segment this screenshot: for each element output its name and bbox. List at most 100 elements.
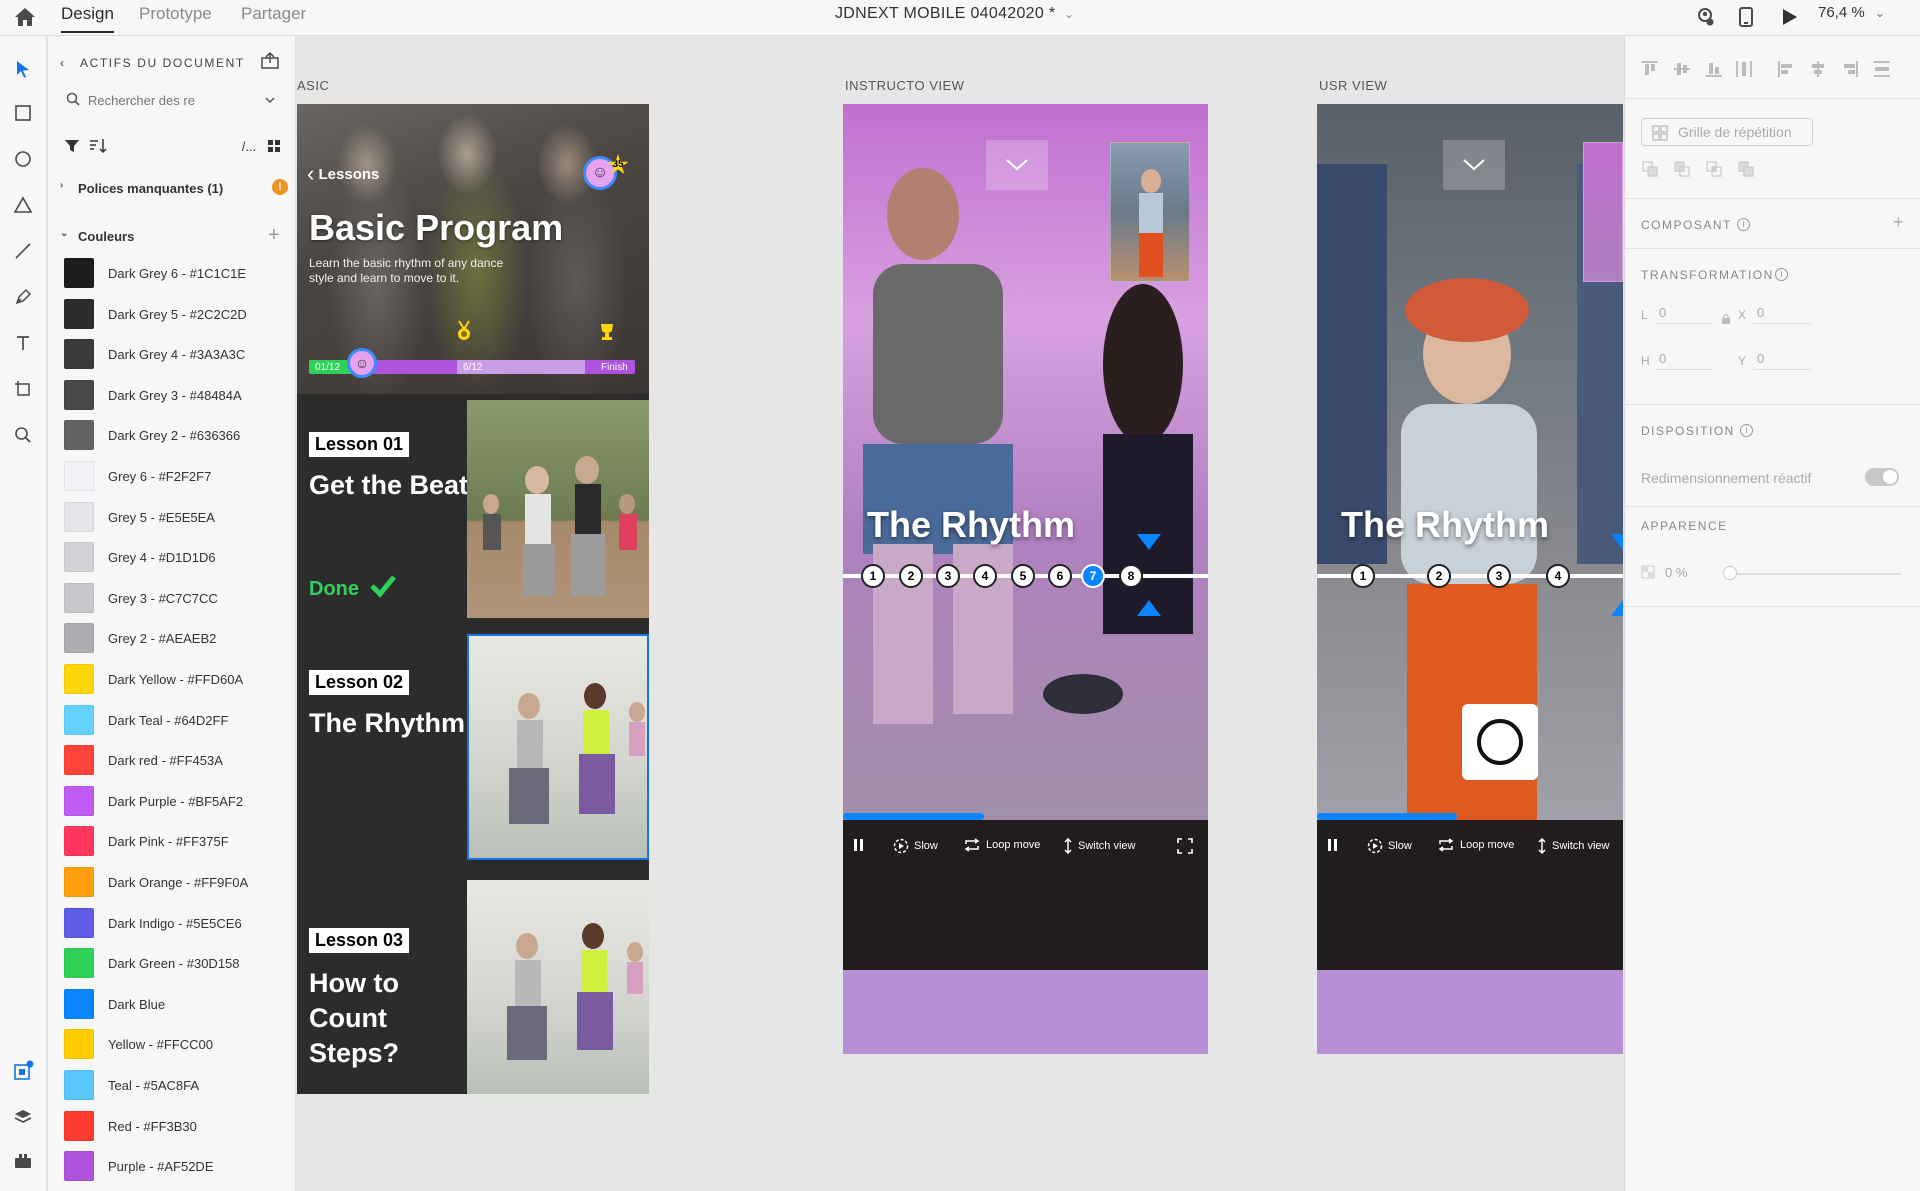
user-avatar[interactable]: ☺ bbox=[583, 156, 617, 190]
loop-button[interactable]: Loop move bbox=[1437, 838, 1514, 852]
add-component-button[interactable]: + bbox=[1893, 212, 1904, 233]
color-swatch-row[interactable]: Grey 3 - #C7C7CC bbox=[64, 582, 286, 613]
color-swatch-row[interactable]: Dark Orange - #FF9F0A bbox=[64, 867, 286, 897]
color-swatch-row[interactable]: Dark Grey 6 - #1C1C1E bbox=[64, 258, 286, 288]
text-tool-icon[interactable] bbox=[10, 330, 36, 356]
color-swatch-row[interactable]: Dark Blue bbox=[64, 988, 286, 1019]
color-swatch-row[interactable]: Purple - #AF52DE bbox=[64, 1151, 286, 1182]
beat-marker[interactable]: 1 bbox=[861, 564, 885, 588]
pause-icon[interactable] bbox=[853, 838, 865, 852]
line-tool-icon[interactable] bbox=[10, 238, 36, 264]
instructor-camera-preview[interactable] bbox=[1583, 142, 1623, 282]
slow-button[interactable]: Slow bbox=[893, 838, 938, 854]
beat-marker[interactable]: 4 bbox=[1546, 564, 1570, 588]
video-progress[interactable] bbox=[1317, 813, 1458, 820]
switch-view-button[interactable]: Switch view bbox=[1537, 838, 1609, 854]
beat-marker[interactable]: 3 bbox=[1487, 564, 1511, 588]
color-swatch-row[interactable]: Dark Pink - #FF375F bbox=[64, 826, 286, 857]
polygon-tool-icon[interactable] bbox=[10, 192, 36, 218]
zoom-dropdown[interactable]: 76,4 % ⌄ bbox=[1818, 4, 1885, 21]
artboard-label-instructo[interactable]: INSTRUCTO VIEW bbox=[845, 78, 964, 93]
align-middle-icon[interactable] bbox=[1671, 58, 1693, 80]
artboard-tool-icon[interactable] bbox=[10, 376, 36, 402]
artboard-label-basic[interactable]: ASIC bbox=[297, 78, 329, 93]
lock-icon[interactable] bbox=[1721, 312, 1731, 330]
pen-tool-icon[interactable] bbox=[10, 284, 36, 310]
sort-icon[interactable] bbox=[88, 136, 108, 156]
fullscreen-icon[interactable] bbox=[1177, 838, 1193, 854]
color-swatch-row[interactable]: Red - #FF3B30 bbox=[64, 1110, 286, 1141]
boolean-add-icon[interactable] bbox=[1639, 158, 1661, 180]
back-button[interactable]: ‹ Lessons bbox=[307, 159, 379, 186]
color-swatch-row[interactable]: Dark Green - #30D158 bbox=[64, 948, 286, 979]
color-swatch-row[interactable]: Teal - #5AC8FA bbox=[64, 1070, 286, 1100]
tab-design[interactable]: Design bbox=[61, 3, 114, 33]
assets-panel-icon[interactable] bbox=[10, 1058, 36, 1084]
info-icon[interactable]: i bbox=[1775, 268, 1788, 281]
color-swatch-row[interactable]: Grey 4 - #D1D1D6 bbox=[64, 542, 286, 573]
y-input[interactable] bbox=[1753, 348, 1811, 370]
align-center-icon[interactable] bbox=[1807, 58, 1829, 80]
home-icon[interactable] bbox=[12, 4, 38, 30]
beat-marker[interactable]: 8 bbox=[1119, 564, 1143, 588]
collapse-button[interactable] bbox=[1443, 140, 1505, 190]
align-left-icon[interactable] bbox=[1775, 58, 1797, 80]
user-camera-preview[interactable] bbox=[1110, 142, 1190, 282]
play-icon[interactable] bbox=[1777, 4, 1803, 30]
layers-icon[interactable] bbox=[10, 1104, 36, 1130]
beat-marker[interactable]: 7 bbox=[1081, 564, 1105, 588]
color-swatch-row[interactable]: Grey 5 - #E5E5EA bbox=[64, 501, 286, 532]
align-right-icon[interactable] bbox=[1839, 58, 1861, 80]
responsive-resize-toggle[interactable] bbox=[1865, 468, 1899, 486]
width-input[interactable] bbox=[1655, 302, 1713, 324]
export-icon[interactable] bbox=[260, 51, 280, 75]
tab-share[interactable]: Partager bbox=[241, 3, 306, 33]
share-user-icon[interactable] bbox=[1692, 4, 1718, 30]
color-swatch-row[interactable]: Dark Yellow - #FFD60A bbox=[64, 664, 286, 694]
color-swatch-row[interactable]: Dark Grey 2 - #636366 bbox=[64, 420, 286, 451]
loop-button[interactable]: Loop move bbox=[963, 838, 1040, 852]
info-icon[interactable]: i bbox=[1740, 424, 1753, 437]
color-swatch-row[interactable]: Dark Purple - #BF5AF2 bbox=[64, 785, 286, 816]
document-title[interactable]: JDNEXT MOBILE 04042020 * ⌄ bbox=[835, 5, 1074, 23]
artboard-label-user[interactable]: USR VIEW bbox=[1319, 78, 1387, 93]
distribute-vertical-icon[interactable] bbox=[1733, 58, 1755, 80]
beat-marker[interactable]: 2 bbox=[1427, 564, 1451, 588]
repeat-grid-button[interactable]: Grille de répétition bbox=[1641, 118, 1813, 146]
record-button[interactable] bbox=[1462, 704, 1538, 780]
lesson-card-01[interactable]: Lesson 01 Get the Beat Done bbox=[297, 394, 649, 618]
beat-marker[interactable]: 5 bbox=[1011, 564, 1035, 588]
add-color-button[interactable]: + bbox=[268, 224, 280, 247]
slow-button[interactable]: Slow bbox=[1367, 838, 1412, 854]
info-icon[interactable]: i bbox=[1737, 218, 1750, 231]
color-swatch-row[interactable]: Grey 6 - #F2F2F7 bbox=[64, 461, 286, 491]
opacity-value[interactable]: 0 % bbox=[1665, 565, 1687, 580]
select-tool-icon[interactable] bbox=[10, 56, 36, 82]
switch-view-button[interactable]: Switch view bbox=[1063, 838, 1135, 854]
beat-marker[interactable]: 4 bbox=[973, 564, 997, 588]
color-swatch-row[interactable]: Dark Teal - #64D2FF bbox=[64, 704, 286, 735]
color-swatch-row[interactable]: Dark Grey 5 - #2C2C2D bbox=[64, 298, 286, 329]
opacity-slider-track[interactable] bbox=[1729, 573, 1901, 575]
artboard-basic-program[interactable]: ‹ Lessons ☺ 35 Basic Program Learn the b… bbox=[297, 104, 649, 1094]
x-input[interactable] bbox=[1753, 302, 1811, 324]
list-view-icon[interactable]: /... bbox=[236, 136, 262, 156]
align-top-icon[interactable] bbox=[1639, 58, 1661, 80]
artboard-instructo-view[interactable]: The Rhythm 12345678 Slow Loop move Switc… bbox=[843, 104, 1208, 1054]
beat-marker[interactable]: 6 bbox=[1048, 564, 1072, 588]
beat-marker[interactable]: 2 bbox=[899, 564, 923, 588]
video-progress[interactable] bbox=[843, 813, 984, 820]
beat-marker[interactable]: 3 bbox=[936, 564, 960, 588]
device-preview-icon[interactable] bbox=[1733, 4, 1759, 30]
grid-view-icon[interactable] bbox=[264, 136, 284, 156]
boolean-subtract-icon[interactable] bbox=[1671, 158, 1693, 180]
align-bottom-icon[interactable] bbox=[1703, 58, 1725, 80]
color-swatch-row[interactable]: Grey 2 - #AEAEB2 bbox=[64, 623, 286, 654]
search-input[interactable] bbox=[88, 90, 248, 110]
filter-icon[interactable] bbox=[62, 136, 82, 156]
plugins-icon[interactable] bbox=[10, 1148, 36, 1174]
opacity-slider-knob[interactable] bbox=[1723, 566, 1737, 580]
height-input[interactable] bbox=[1655, 348, 1713, 370]
zoom-tool-icon[interactable] bbox=[10, 422, 36, 448]
chevron-down-icon[interactable] bbox=[264, 92, 276, 110]
